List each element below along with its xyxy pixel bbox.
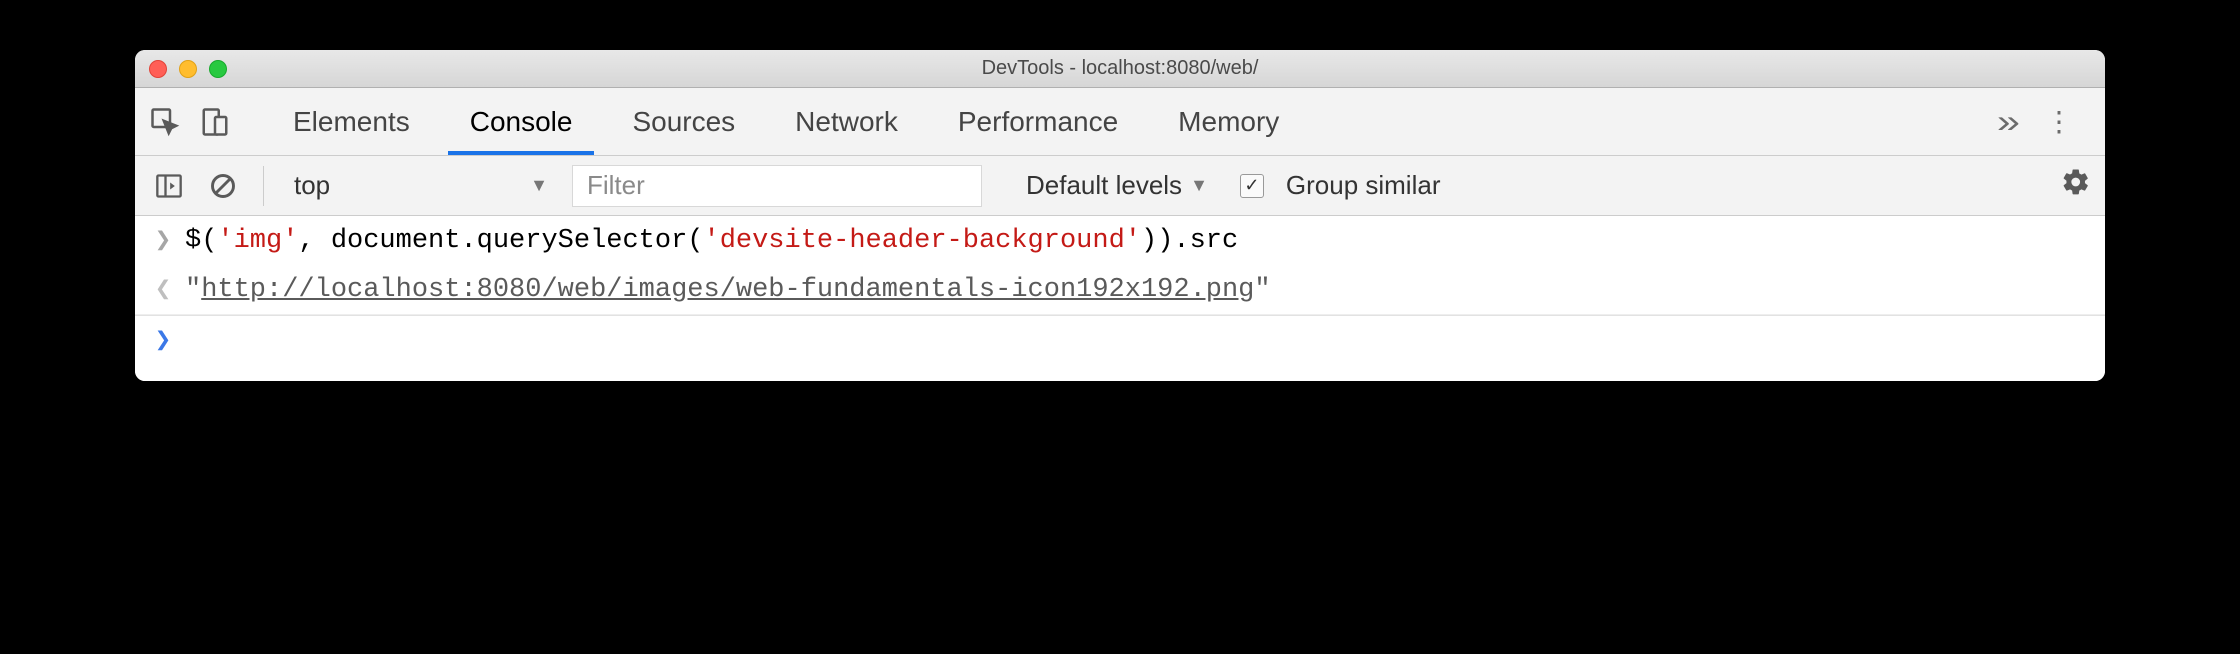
tab-network[interactable]: Network	[765, 88, 928, 155]
code-token: 'img'	[217, 226, 298, 256]
code-token: (	[687, 226, 703, 256]
minimize-window-button[interactable]	[179, 60, 197, 78]
code-token: src	[1190, 226, 1239, 256]
output-url[interactable]: http://localhost:8080/web/images/web-fun…	[201, 275, 1254, 305]
code-token: .	[460, 226, 476, 256]
tab-memory[interactable]: Memory	[1148, 88, 1309, 155]
device-toolbar-icon[interactable]	[195, 102, 235, 142]
console-filter-input[interactable]	[572, 165, 982, 207]
console-body: ❯ $('img', document.querySelector('devsi…	[135, 216, 2105, 381]
output-indicator-icon: ❮	[151, 273, 175, 306]
devtools-tabs: Elements Console Sources Network Perform…	[263, 88, 1309, 155]
tab-label: Sources	[632, 106, 735, 138]
console-output-row: ❮ "http://localhost:8080/web/images/web-…	[135, 265, 2105, 315]
devtools-window: DevTools - localhost:8080/web/ Elements …	[135, 50, 2105, 381]
clear-console-icon[interactable]	[203, 166, 243, 206]
log-levels-select[interactable]: Default levels ▼	[1026, 170, 1208, 201]
tab-elements[interactable]: Elements	[263, 88, 440, 155]
toolbar-divider	[263, 166, 264, 206]
tabbar-right-tools: » ⋮	[1999, 103, 2095, 140]
console-input-code: $('img', document.querySelector('devsite…	[185, 226, 1238, 256]
code-token: .	[1173, 226, 1189, 256]
console-output-value: "http://localhost:8080/web/images/web-fu…	[185, 275, 1271, 305]
code-token: (	[201, 226, 217, 256]
code-token: )	[1157, 226, 1173, 256]
quote: "	[1254, 275, 1270, 305]
tab-console[interactable]: Console	[440, 88, 603, 155]
tab-label: Console	[470, 106, 573, 138]
dropdown-arrow-icon: ▼	[1190, 175, 1208, 196]
group-similar-label: Group similar	[1286, 170, 1441, 201]
tab-performance[interactable]: Performance	[928, 88, 1148, 155]
tab-label: Elements	[293, 106, 410, 138]
window-title: DevTools - localhost:8080/web/	[135, 57, 2105, 80]
window-titlebar: DevTools - localhost:8080/web/	[135, 50, 2105, 88]
prompt-indicator-icon: ❯	[151, 324, 175, 357]
more-tabs-icon[interactable]: »	[1997, 103, 2015, 140]
tab-label: Performance	[958, 106, 1118, 138]
more-options-icon[interactable]: ⋮	[2033, 105, 2085, 138]
devtools-tabbar: Elements Console Sources Network Perform…	[135, 88, 2105, 156]
maximize-window-button[interactable]	[209, 60, 227, 78]
code-token: document	[331, 226, 461, 256]
tab-label: Memory	[1178, 106, 1279, 138]
execution-context-select[interactable]: top ▼	[284, 170, 558, 201]
toggle-sidebar-icon[interactable]	[149, 166, 189, 206]
console-settings-icon[interactable]	[2061, 167, 2091, 205]
dropdown-arrow-icon: ▼	[530, 175, 548, 196]
code-token: ,	[298, 226, 330, 256]
close-window-button[interactable]	[149, 60, 167, 78]
window-traffic-lights	[135, 60, 227, 78]
code-token: 'devsite-header-background'	[704, 226, 1141, 256]
console-input-row: ❯ $('img', document.querySelector('devsi…	[135, 216, 2105, 265]
code-token: )	[1141, 226, 1157, 256]
code-token: $	[185, 226, 201, 256]
context-label: top	[294, 170, 330, 201]
input-indicator-icon: ❯	[151, 224, 175, 257]
console-prompt-row[interactable]: ❯	[135, 315, 2105, 381]
levels-label: Default levels	[1026, 170, 1182, 201]
quote: "	[185, 275, 201, 305]
group-similar-checkbox[interactable]: ✓	[1240, 174, 1264, 198]
tabbar-left-tools	[145, 102, 263, 142]
code-token: querySelector	[477, 226, 688, 256]
tab-sources[interactable]: Sources	[602, 88, 765, 155]
tab-label: Network	[795, 106, 898, 138]
inspect-element-icon[interactable]	[145, 102, 185, 142]
console-toolbar: top ▼ Default levels ▼ ✓ Group similar	[135, 156, 2105, 216]
